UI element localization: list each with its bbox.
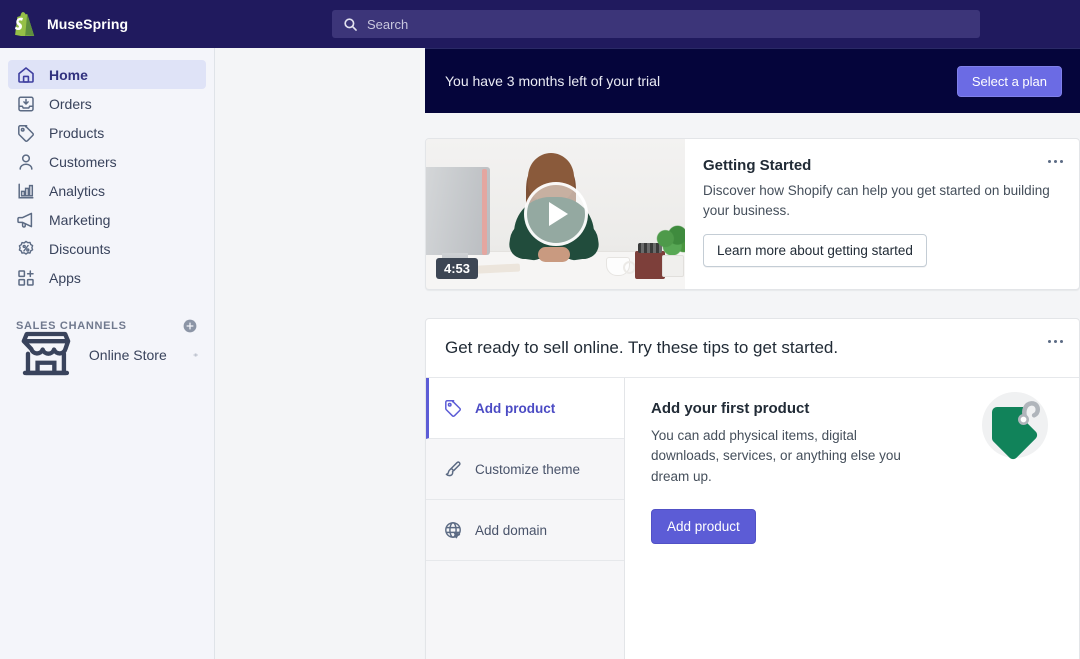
learn-more-getting-started-button[interactable]: Learn more about getting started xyxy=(703,234,927,268)
sidebar-item-label: Online Store xyxy=(88,346,167,363)
plus-circle-icon[interactable] xyxy=(182,318,198,334)
video-duration-badge: 4:53 xyxy=(436,258,479,279)
panel-description: You can add physical items, digital down… xyxy=(651,428,901,484)
trial-banner: You have 3 months left of your trial Sel… xyxy=(425,48,1080,113)
tips-title: Get ready to sell online. Try these tips… xyxy=(445,338,839,357)
green-price-tag-icon xyxy=(982,392,1048,460)
getting-started-video[interactable]: 4:53 xyxy=(426,139,685,289)
getting-started-description: Discover how Shopify can help you get st… xyxy=(703,183,1050,218)
getting-started-body: Getting Started Discover how Shopify can… xyxy=(685,139,1079,289)
paintbrush-icon xyxy=(445,461,461,477)
search-icon xyxy=(344,17,357,31)
sidebar-item-marketing[interactable]: Marketing xyxy=(8,205,206,234)
sidebar-item-online-store[interactable]: Online Store xyxy=(8,331,206,375)
brand[interactable]: MuseSpring xyxy=(0,12,214,36)
getting-started-card: 4:53 Getting Started Discover how Shopif… xyxy=(425,138,1080,290)
tab-customize-theme[interactable]: Customize theme xyxy=(426,439,624,500)
tips-panel: Add your first product You can add physi… xyxy=(625,378,1079,659)
sidebar-item-label: Customers xyxy=(49,153,117,170)
globe-icon xyxy=(445,522,461,539)
search-input[interactable]: Search xyxy=(367,17,408,32)
sidebar-item-analytics[interactable]: Analytics xyxy=(8,176,206,205)
video-monitor-edge xyxy=(482,169,487,255)
tips-body: Add product Customize theme Add domain A… xyxy=(426,378,1079,659)
sidebar-item-label: Home xyxy=(49,66,88,83)
sidebar: Home Orders Products Customers Analytics… xyxy=(0,48,215,659)
main-content: You have 3 months left of your trial Sel… xyxy=(215,48,1080,659)
video-monitor xyxy=(426,167,490,271)
brand-name: MuseSpring xyxy=(47,16,129,32)
tips-tab-list: Add product Customize theme Add domain xyxy=(426,378,625,659)
shopify-admin-home: MuseSpring Search Home Orders Products C… xyxy=(0,0,1080,659)
sidebar-item-label: Apps xyxy=(49,269,81,286)
shopify-bag-icon xyxy=(15,12,35,36)
apps-grid-plus-icon xyxy=(18,269,34,286)
video-plant xyxy=(654,225,685,259)
select-a-plan-button[interactable]: Select a plan xyxy=(956,65,1062,97)
tips-card: Get ready to sell online. Try these tips… xyxy=(425,318,1080,659)
tab-add-product[interactable]: Add product xyxy=(426,378,624,439)
tab-label: Customize theme xyxy=(475,461,581,477)
sidebar-item-label: Products xyxy=(49,124,105,141)
analytics-bar-chart-icon xyxy=(18,182,34,199)
trial-message: You have 3 months left of your trial xyxy=(445,73,661,89)
sidebar-item-label: Orders xyxy=(49,95,92,112)
search-bar[interactable]: Search xyxy=(332,10,980,38)
video-person-hands xyxy=(538,247,570,262)
sidebar-item-products[interactable]: Products xyxy=(8,118,206,147)
sidebar-item-label: Analytics xyxy=(49,182,106,199)
orders-inbox-icon xyxy=(18,96,34,111)
sidebar-item-apps[interactable]: Apps xyxy=(8,263,206,292)
tab-add-domain[interactable]: Add domain xyxy=(426,500,624,561)
customer-person-icon xyxy=(19,153,33,170)
product-tag-icon xyxy=(445,400,461,417)
tab-label: Add product xyxy=(475,400,556,416)
kebab-menu-icon[interactable] xyxy=(1043,331,1067,351)
sidebar-item-label: Discounts xyxy=(49,240,111,257)
video-coffee-cup xyxy=(606,257,636,276)
sidebar-item-home[interactable]: Home xyxy=(8,60,206,89)
tab-label: Add domain xyxy=(475,522,548,538)
discount-percent-icon xyxy=(18,240,34,255)
sidebar-item-customers[interactable]: Customers xyxy=(8,147,206,176)
sidebar-item-discounts[interactable]: Discounts xyxy=(8,234,206,263)
sidebar-nav: Home Orders Products Customers Analytics… xyxy=(0,60,214,292)
product-tag-icon xyxy=(18,124,34,142)
video-plant-pot xyxy=(662,255,684,277)
marketing-megaphone-icon xyxy=(17,212,33,228)
kebab-menu-icon[interactable] xyxy=(1043,151,1067,171)
play-triangle xyxy=(548,202,568,226)
storefront-icon xyxy=(21,331,71,375)
getting-started-title: Getting Started xyxy=(703,157,812,174)
sidebar-item-label: Marketing xyxy=(49,211,111,228)
top-bar: MuseSpring Search xyxy=(0,0,1080,48)
sidebar-item-orders[interactable]: Orders xyxy=(8,89,206,118)
home-icon xyxy=(18,66,34,83)
tips-header: Get ready to sell online. Try these tips… xyxy=(426,319,1079,378)
play-icon[interactable] xyxy=(523,182,588,246)
eye-icon[interactable] xyxy=(193,347,198,363)
add-product-button[interactable]: Add product xyxy=(651,508,756,544)
